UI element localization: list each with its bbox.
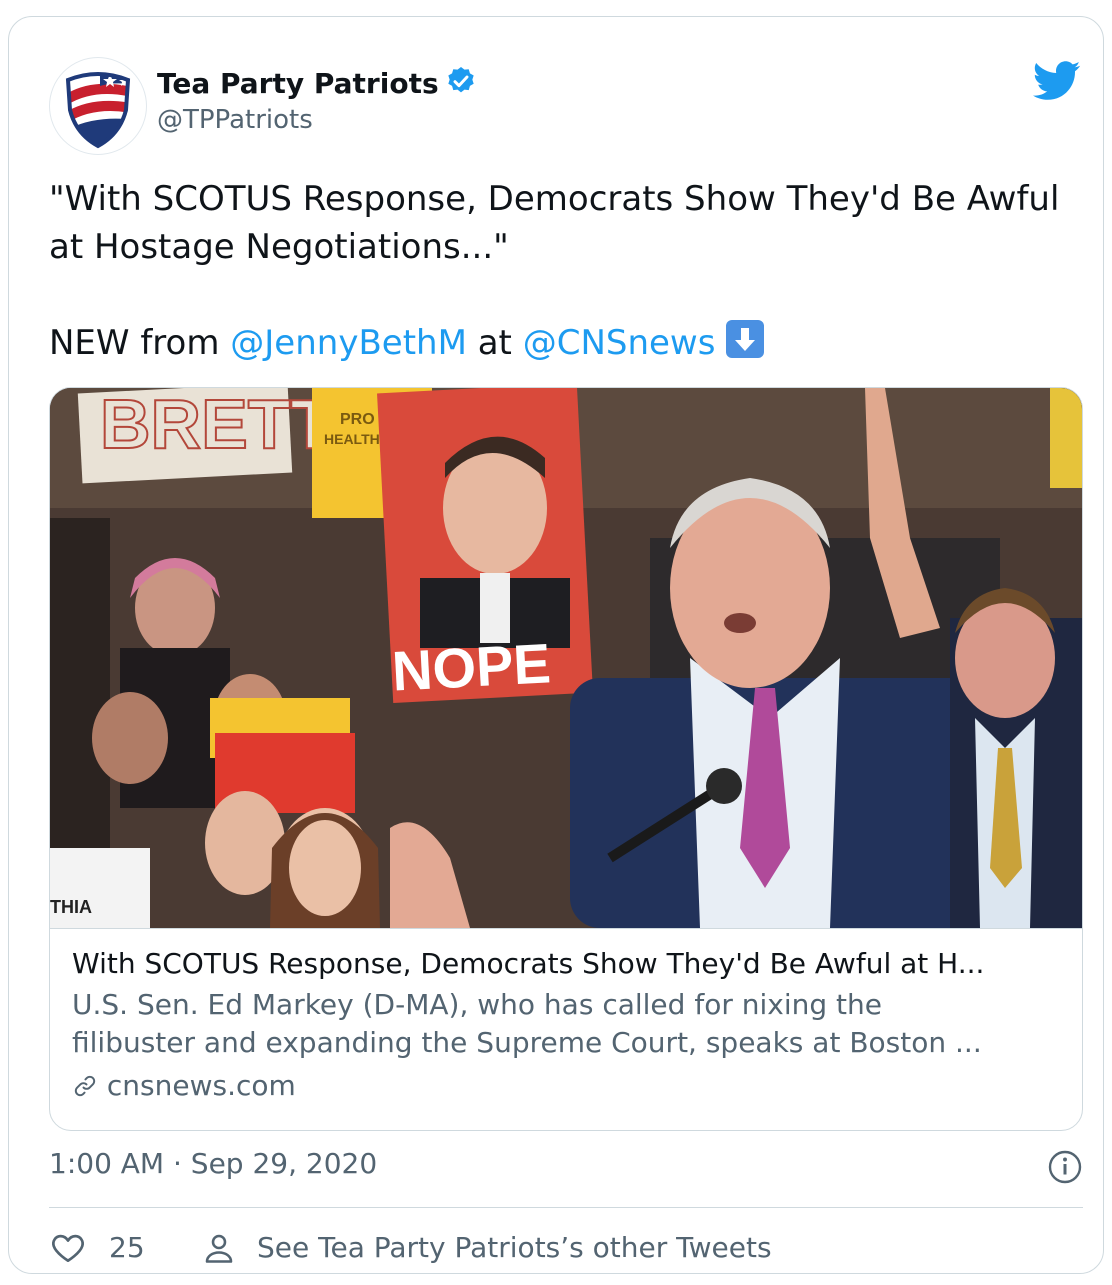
author-handle[interactable]: @TPPatriots: [157, 105, 313, 135]
new-from-label: NEW from: [49, 323, 220, 363]
tweet-embed-card[interactable]: Tea Party Patriots @TPPatriots "With SCO…: [8, 16, 1104, 1274]
divider: [49, 1207, 1083, 1208]
link-preview-text: With SCOTUS Response, Democrats Show The…: [72, 944, 1062, 1106]
tweet-credit-line: NEW from @JennyBethM at @CNSnews: [49, 319, 1089, 367]
link-preview-domain: cnsnews.com: [72, 1066, 1062, 1106]
link-preview-photo[interactable]: BRETT PRO HEALTH NOPE THIA: [50, 388, 1082, 929]
svg-text:THIA: THIA: [50, 897, 92, 917]
like-button[interactable]: 25: [49, 1225, 209, 1273]
tweet-text: "With SCOTUS Response, Democrats Show Th…: [49, 175, 1089, 367]
mention-jennybethm[interactable]: @JennyBethM: [230, 323, 467, 363]
svg-text:PRO: PRO: [340, 411, 375, 428]
link-preview-card[interactable]: BRETT PRO HEALTH NOPE THIA With SCOTUS R…: [49, 387, 1083, 1131]
mention-cnsnews[interactable]: @CNSnews: [523, 323, 716, 363]
see-other-tweets-label: See Tea Party Patriots’s other Tweets: [257, 1231, 772, 1264]
twitter-bird-icon[interactable]: [1032, 61, 1081, 105]
link-icon: [72, 1069, 98, 1102]
author-avatar[interactable]: [49, 57, 147, 155]
svg-text:HEALTH: HEALTH: [324, 431, 380, 447]
at-label: at: [477, 323, 512, 363]
shield-flag-icon: [65, 72, 131, 149]
heart-icon: [49, 1229, 87, 1274]
see-other-tweets-link[interactable]: See Tea Party Patriots’s other Tweets: [201, 1225, 901, 1273]
author-name[interactable]: Tea Party Patriots: [157, 65, 477, 106]
person-icon: [201, 1229, 237, 1274]
link-preview-description-line2: filibuster and expanding the Supreme Cou…: [72, 1026, 982, 1059]
tweet-headline: "With SCOTUS Response, Democrats Show Th…: [49, 179, 1060, 267]
verified-badge-icon: [445, 65, 477, 106]
protest-sign-nope: NOPE: [390, 631, 552, 702]
link-preview-domain-text: cnsnews.com: [106, 1069, 296, 1102]
link-preview-description-line1: U.S. Sen. Ed Markey (D-MA), who has call…: [72, 988, 882, 1021]
author-name-text: Tea Party Patriots: [157, 67, 439, 100]
info-icon[interactable]: [1047, 1149, 1083, 1189]
link-preview-title: With SCOTUS Response, Democrats Show The…: [72, 947, 985, 980]
down-arrow-emoji-icon: [726, 320, 765, 358]
like-count: 25: [109, 1231, 145, 1264]
svg-text:BRETT: BRETT: [100, 388, 333, 463]
tweet-timestamp[interactable]: 1:00 AM · Sep 29, 2020: [49, 1147, 377, 1180]
link-preview-description: U.S. Sen. Ed Markey (D-MA), who has call…: [72, 986, 1062, 1062]
